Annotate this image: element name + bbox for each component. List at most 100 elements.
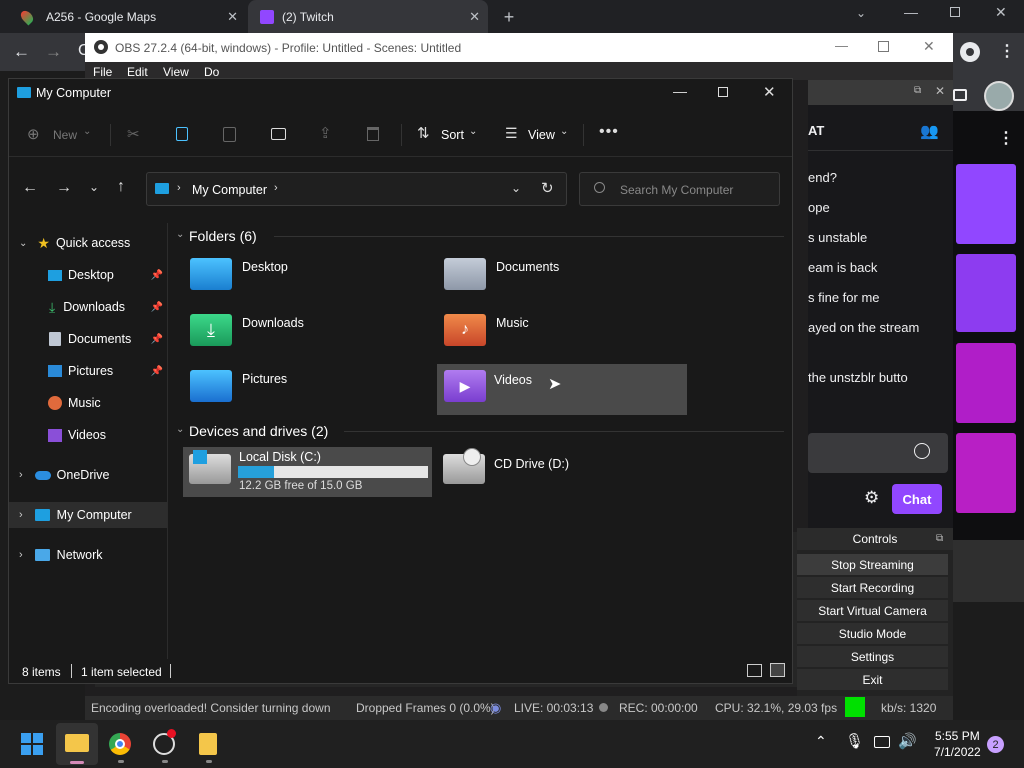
sidebar-item-quick-access[interactable]: ⌄ ★ Quick access [9,230,167,256]
sort-button[interactable]: Sort [441,128,464,142]
settings-button[interactable]: Settings [797,646,948,667]
stop-streaming-button[interactable]: Stop Streaming [797,554,948,575]
folder-desktop[interactable]: Desktop [184,253,434,303]
sidebar-item-my-computer[interactable]: › My Computer [9,502,167,528]
more-options-icon[interactable]: ••• [599,123,619,141]
large-icons-view-icon[interactable] [770,663,785,677]
obs-close-icon[interactable]: ✕ [923,38,935,55]
drive-d[interactable]: CD Drive (D:) [437,447,686,497]
menu-view[interactable]: View [163,65,189,79]
tab-twitch[interactable]: (2) Twitch ✕ [248,0,488,33]
notepad-icon[interactable] [199,733,217,755]
chrome-icon[interactable] [109,733,131,755]
profile-icon[interactable] [960,42,980,62]
drives-header[interactable]: Devices and drives (2) [189,423,328,439]
notification-badge[interactable]: 2 [987,736,1004,753]
microphone-icon[interactable]: 🎙 [845,732,864,750]
whispers-icon[interactable] [953,89,967,101]
sidebar-item-onedrive[interactable]: › OneDrive [9,462,167,488]
new-button[interactable]: New [53,128,77,142]
network-status-icon[interactable] [874,736,890,748]
panel-card[interactable] [956,343,1016,423]
folder-downloads[interactable]: ⤓ Downloads [184,309,434,359]
emote-icon[interactable] [914,443,930,459]
obs-minimize-icon[interactable]: — [835,38,848,53]
address-dropdown-icon[interactable]: ⌄ [511,181,521,195]
chat-settings-icon[interactable]: ⚙ [864,488,879,508]
close-icon[interactable]: ✕ [763,83,776,101]
cut-icon[interactable]: ✂ [127,125,140,143]
obs-icon[interactable] [153,729,176,755]
forward-icon[interactable]: → [45,42,62,62]
pin-icon[interactable]: 📌 [151,270,163,281]
sidebar-item-pictures[interactable]: Pictures 📌 [9,358,167,384]
back-icon[interactable]: ← [22,179,38,197]
forward-icon[interactable]: → [56,179,72,197]
folder-music[interactable]: ♪ Music [438,309,688,359]
maximize-icon[interactable] [718,87,728,97]
sidebar-item-documents[interactable]: Documents 📌 [9,326,167,352]
obs-maximize-icon[interactable] [878,41,889,52]
start-icon[interactable] [21,733,43,755]
pin-icon[interactable]: 📌 [151,334,163,345]
dock-float-icon[interactable]: ⧉ [914,85,921,96]
close-window-icon[interactable]: ✕ [995,4,1007,21]
show-hidden-icons-icon[interactable]: ⌃ [815,733,827,750]
studio-mode-button[interactable]: Studio Mode [797,623,948,644]
search-box[interactable]: Search My Computer [579,172,780,206]
details-view-icon[interactable] [747,664,762,677]
sidebar-item-network[interactable]: › Network [9,542,167,568]
copy-icon[interactable] [176,127,188,141]
chevron-right-icon[interactable]: › [19,509,23,521]
recent-locations-icon[interactable]: ⌄ [89,180,99,194]
controls-float-icon[interactable]: ⧉ [936,533,943,544]
minimize-icon[interactable]: — [673,83,687,99]
exit-button[interactable]: Exit [797,669,948,690]
chevron-down-icon[interactable]: ⌄ [176,424,184,435]
chat-input[interactable] [808,433,948,473]
back-icon[interactable]: ← [13,42,30,62]
sidebar-item-downloads[interactable]: ⤓ Downloads 📌 [9,294,167,320]
dock-close-icon[interactable]: ✕ [935,84,945,98]
breadcrumb-my-computer[interactable]: My Computer [192,183,267,197]
sidebar-item-desktop[interactable]: Desktop 📌 [9,262,167,288]
community-icon[interactable]: 👥 [920,122,939,140]
start-recording-button[interactable]: Start Recording [797,577,948,598]
chevron-down-icon[interactable]: ⌄ [19,238,27,249]
chevron-right-icon[interactable]: › [19,469,23,481]
chevron-down-icon[interactable]: ⌄ [176,229,184,240]
panel-card[interactable] [956,433,1016,513]
new-tab-button[interactable]: + [498,6,520,28]
breadcrumb-chevron-icon[interactable]: › [274,182,278,194]
drive-c[interactable]: Local Disk (C:) 12.2 GB free of 15.0 GB [183,447,432,497]
file-explorer-taskbar-button[interactable] [56,723,98,765]
pin-icon[interactable]: 📌 [151,302,163,313]
minimize-icon[interactable]: — [904,4,918,20]
paste-icon[interactable] [223,127,236,142]
refresh-icon[interactable]: ↻ [541,179,554,197]
panel-card[interactable] [956,254,1016,332]
user-avatar[interactable] [984,81,1014,111]
sidebar-item-videos[interactable]: Videos [9,422,167,448]
folder-documents[interactable]: Documents [438,253,688,303]
view-button[interactable]: View [528,128,555,142]
chevron-right-icon[interactable]: › [19,549,23,561]
menu-file[interactable]: File [93,65,112,79]
chat-button[interactable]: Chat [892,484,942,514]
more-icon[interactable]: ⋮ [998,128,1014,148]
menu-icon[interactable]: ⋮ [999,41,1015,61]
menu-edit[interactable]: Edit [127,65,148,79]
rename-icon[interactable] [271,128,286,140]
restore-icon[interactable] [950,7,960,17]
clock-date[interactable]: 7/1/2022 [934,745,981,759]
volume-icon[interactable]: 🔊 [898,732,917,750]
delete-icon[interactable] [367,127,379,141]
menu-docks[interactable]: Do [204,65,219,79]
share-icon[interactable]: ⇪ [319,124,332,142]
close-tab-icon[interactable]: ✕ [469,9,480,25]
address-bar[interactable]: › My Computer › ⌄ ↻ [146,172,567,206]
tab-google-maps[interactable]: A256 - Google Maps ✕ [8,0,246,33]
tab-search-icon[interactable]: ⌄ [856,6,866,20]
folders-header[interactable]: Folders (6) [189,228,257,244]
up-icon[interactable]: ↑ [117,178,125,196]
